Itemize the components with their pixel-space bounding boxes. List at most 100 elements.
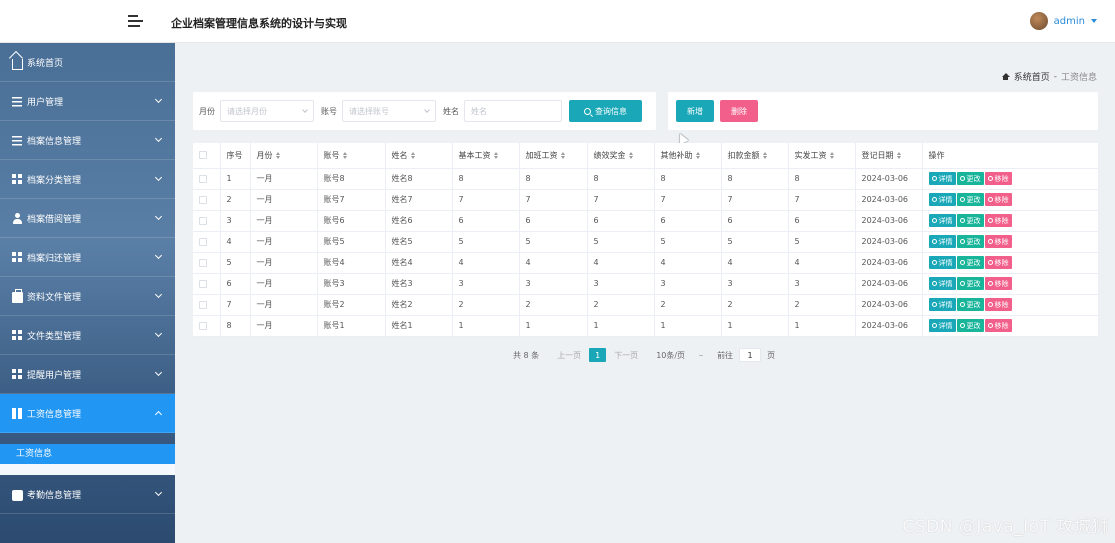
row-checkbox[interactable] [199,174,207,183]
remove-button[interactable]: 移除 [984,256,1012,269]
select-all-cell[interactable] [193,143,221,169]
sidebar-item-documents[interactable]: 资料文件管理 [0,277,175,316]
row-checkbox[interactable] [199,321,207,330]
detail-button[interactable]: 详情 [928,298,956,311]
remove-button[interactable]: 移除 [984,319,1012,332]
row-checkbox[interactable] [199,216,207,225]
page-size-select[interactable]: 10条/页 [656,350,704,361]
table-cell: 账号6 [317,210,386,232]
column-header[interactable]: 姓名 [385,143,453,169]
submenu-item-salary-info[interactable]: 工资信息 [0,444,175,464]
user-menu[interactable]: admin [1029,12,1097,30]
sort-icon[interactable] [829,151,835,159]
sidebar-item-archive-return[interactable]: 档案归还管理 [0,238,175,277]
goto-page-input[interactable]: 1 [739,348,762,362]
current-page-button[interactable]: 1 [589,348,607,362]
edit-button[interactable]: 更改 [956,172,984,185]
sort-icon[interactable] [275,151,281,159]
name-label: 姓名 [443,106,459,116]
sort-icon[interactable] [896,151,902,159]
edit-button[interactable]: 更改 [956,193,984,206]
row-select-cell[interactable] [193,189,221,211]
table-cell: 6 [654,210,722,232]
sidebar-item-archive-borrow[interactable]: 档案借阅管理 [0,199,175,238]
next-page-button[interactable]: 下一页 [614,350,638,361]
row-select-cell[interactable] [193,168,221,190]
sidebar-item-salary[interactable]: 工资信息管理 [0,394,175,433]
select-all-checkbox[interactable] [199,151,207,160]
edit-button[interactable]: 更改 [956,277,984,290]
edit-button[interactable]: 更改 [956,298,984,311]
column-header[interactable]: 账号 [317,143,386,169]
home-icon [1001,73,1010,80]
detail-button[interactable]: 详情 [928,319,956,332]
sidebar-item-archive-info[interactable]: 档案信息管理 [0,121,175,160]
remove-button[interactable]: 移除 [984,214,1012,227]
remove-button[interactable]: 移除 [984,193,1012,206]
query-button[interactable]: 查询信息 [569,100,642,122]
detail-button[interactable]: 详情 [928,172,956,185]
edit-button[interactable]: 更改 [956,256,984,269]
row-checkbox[interactable] [199,300,207,309]
column-header[interactable]: 登记日期 [855,143,923,169]
add-button[interactable]: 新增 [676,100,714,122]
sort-icon[interactable] [493,151,499,159]
row-select-cell[interactable] [193,294,221,316]
account-select[interactable]: 请选择账号 [342,100,436,122]
avatar[interactable] [1029,12,1048,30]
table-cell: 2 [220,189,251,211]
query-button-label: 查询信息 [595,106,627,116]
sidebar-item-home[interactable]: 系统首页 [0,43,175,82]
sort-icon[interactable] [560,151,566,159]
row-select-cell[interactable] [193,315,221,337]
row-checkbox[interactable] [199,195,207,204]
detail-button[interactable]: 详情 [928,214,956,227]
sidebar-item-label: 提醒用户管理 [27,370,82,381]
edit-button[interactable]: 更改 [956,214,984,227]
column-header[interactable]: 加班工资 [519,143,588,169]
sort-icon[interactable] [695,151,701,159]
month-select[interactable]: 请选择月份 [220,100,314,122]
sort-icon[interactable] [410,151,416,159]
sidebar-item-attendance[interactable]: 考勤信息管理 [0,475,175,514]
remove-button[interactable]: 移除 [984,298,1012,311]
column-header[interactable]: 基本工资 [452,143,520,169]
edit-button[interactable]: 更改 [956,235,984,248]
column-header[interactable]: 月份 [250,143,318,169]
table-cell: 账号7 [317,189,386,211]
remove-button[interactable]: 移除 [984,235,1012,248]
row-select-cell[interactable] [193,231,221,253]
row-checkbox[interactable] [199,258,207,267]
column-header[interactable]: 扣款金额 [721,143,789,169]
sidebar-item-file-types[interactable]: 文件类型管理 [0,316,175,355]
detail-button[interactable]: 详情 [928,277,956,290]
table-cell: 2 [721,294,789,316]
row-checkbox[interactable] [199,237,207,246]
sort-icon[interactable] [342,151,348,159]
column-header[interactable]: 绩效奖金 [587,143,655,169]
edit-button[interactable]: 更改 [956,319,984,332]
sidebar-item-users[interactable]: 用户管理 [0,82,175,121]
remove-button[interactable]: 移除 [984,277,1012,290]
delete-button[interactable]: 删除 [720,100,758,122]
sidebar-item-reminders[interactable]: 提醒用户管理 [0,355,175,394]
remove-button[interactable]: 移除 [984,172,1012,185]
sidebar-item-archive-category[interactable]: 档案分类管理 [0,160,175,199]
detail-button[interactable]: 详情 [928,235,956,248]
column-header[interactable]: 其他补助 [654,143,722,169]
row-select-cell[interactable] [193,252,221,274]
menu-toggle-icon[interactable] [128,15,143,28]
row-checkbox[interactable] [199,279,207,288]
chevron-down-icon[interactable] [1091,19,1097,23]
detail-button[interactable]: 详情 [928,193,956,206]
username[interactable]: admin [1054,16,1085,27]
name-input[interactable]: 姓名 [464,100,562,122]
column-header[interactable]: 实发工资 [788,143,856,169]
row-select-cell[interactable] [193,210,221,232]
prev-page-button[interactable]: 上一页 [557,350,581,361]
row-select-cell[interactable] [193,273,221,295]
breadcrumb-root[interactable]: 系统首页 [1014,70,1050,83]
sort-icon[interactable] [628,151,634,159]
sort-icon[interactable] [762,151,768,159]
detail-button[interactable]: 详情 [928,256,956,269]
